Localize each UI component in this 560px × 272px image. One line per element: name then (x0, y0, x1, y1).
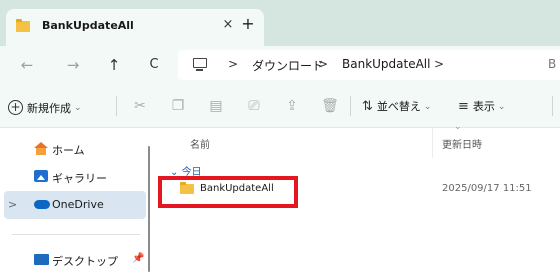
breadcrumb-bankupdateall[interactable]: BankUpdateAll (342, 57, 430, 71)
file-list: 名前 ⌄ 更新日時 ⌄ 今日 BankUpdateAll 2025/09/17 … (152, 122, 560, 272)
chevron-down-icon: ⌄ (423, 102, 432, 112)
chevron-right-icon[interactable]: > (434, 57, 444, 71)
folder-icon (16, 19, 30, 32)
address-bar-row: ← → ↑ C > ダウンロード > BankUpdateAll > B (0, 46, 560, 84)
chevron-down-icon: ⌄ (454, 122, 462, 132)
file-name: BankUpdateAll (200, 183, 274, 194)
chevron-down-icon: ⌄ (497, 102, 506, 112)
toolbar-divider (552, 96, 553, 116)
close-icon[interactable]: × (220, 17, 236, 33)
column-header-modified[interactable]: 更新日時 (442, 136, 482, 151)
pin-icon[interactable]: 📌 (132, 253, 144, 264)
sidebar-divider (12, 234, 140, 235)
rename-icon[interactable]: ⎚ (244, 96, 264, 116)
tab-title: BankUpdateAll (42, 19, 134, 32)
new-button[interactable]: + 新規作成 ⌄ (8, 97, 82, 117)
chevron-down-icon: ⌄ (170, 167, 182, 178)
sidebar-item-label: デスクトップ (52, 255, 118, 268)
sort-button[interactable]: ⇅ 並べ替え ⌄ (362, 98, 431, 114)
paste-icon[interactable]: ▤ (206, 96, 226, 116)
chevron-right-icon[interactable]: > (8, 198, 17, 211)
new-button-label: 新規作成 (27, 101, 71, 115)
sidebar-scrollbar[interactable] (148, 146, 150, 272)
view-list-icon: ≡ (458, 99, 469, 114)
group-header-today[interactable]: ⌄ 今日 (170, 163, 202, 178)
sidebar-item-label: ホーム (52, 144, 85, 157)
navigation-pane: ホーム ギャラリー > OneDrive デスクトップ 📌 (0, 128, 152, 272)
toolbar-divider (116, 96, 117, 116)
sort-button-label: 並べ替え (376, 100, 421, 113)
tab-bankupdateall[interactable]: BankUpdateAll × (6, 9, 264, 46)
copy-icon[interactable]: ❐ (168, 96, 188, 116)
tab-strip: BankUpdateAll × + (0, 0, 560, 46)
forward-button[interactable]: → (63, 55, 83, 75)
delete-icon[interactable]: 🗑 (320, 96, 340, 116)
gallery-icon (34, 170, 48, 182)
group-label: 今日 (181, 167, 202, 178)
command-bar: + 新規作成 ⌄ ✂ ❐ ▤ ⎚ ⇪ 🗑 ⇅ 並べ替え ⌄ ≡ 表示 ⌄ (0, 84, 560, 128)
desktop-icon (34, 254, 49, 265)
chevron-right-icon[interactable]: > (318, 57, 328, 71)
onedrive-icon (34, 200, 50, 209)
sidebar-item-label: OneDrive (52, 198, 104, 211)
up-button[interactable]: ↑ (104, 55, 124, 75)
address-box[interactable]: > ダウンロード > BankUpdateAll > B (178, 50, 560, 80)
column-header-name[interactable]: 名前 (190, 136, 210, 151)
sidebar-item-label: ギャラリー (52, 172, 107, 185)
list-item[interactable]: BankUpdateAll 2025/09/17 11:51 (162, 178, 560, 202)
sidebar-item-home[interactable]: ホーム (0, 135, 145, 163)
back-button[interactable]: ← (17, 55, 37, 75)
column-divider[interactable] (432, 128, 433, 158)
sidebar-item-desktop[interactable]: デスクトップ 📌 (0, 246, 145, 272)
chevron-right-icon[interactable]: > (228, 57, 238, 71)
refresh-button[interactable]: C (144, 55, 164, 75)
sort-icon: ⇅ (362, 99, 373, 114)
view-button-label: 表示 (472, 100, 495, 113)
sidebar-item-onedrive[interactable]: > OneDrive (4, 191, 146, 219)
new-tab-button[interactable]: + (240, 16, 256, 32)
breadcrumb-downloads[interactable]: ダウンロード (252, 57, 324, 74)
folder-icon (180, 182, 194, 194)
toolbar-divider (350, 96, 351, 116)
computer-icon (193, 58, 207, 71)
file-modified: 2025/09/17 11:51 (442, 183, 532, 194)
sidebar-item-gallery[interactable]: ギャラリー (0, 163, 145, 191)
cut-icon[interactable]: ✂ (130, 96, 150, 116)
share-icon[interactable]: ⇪ (282, 96, 302, 116)
view-button[interactable]: ≡ 表示 ⌄ (458, 98, 505, 114)
plus-icon: + (8, 100, 23, 115)
search-input[interactable]: B (548, 57, 556, 71)
chevron-down-icon: ⌄ (74, 102, 82, 113)
